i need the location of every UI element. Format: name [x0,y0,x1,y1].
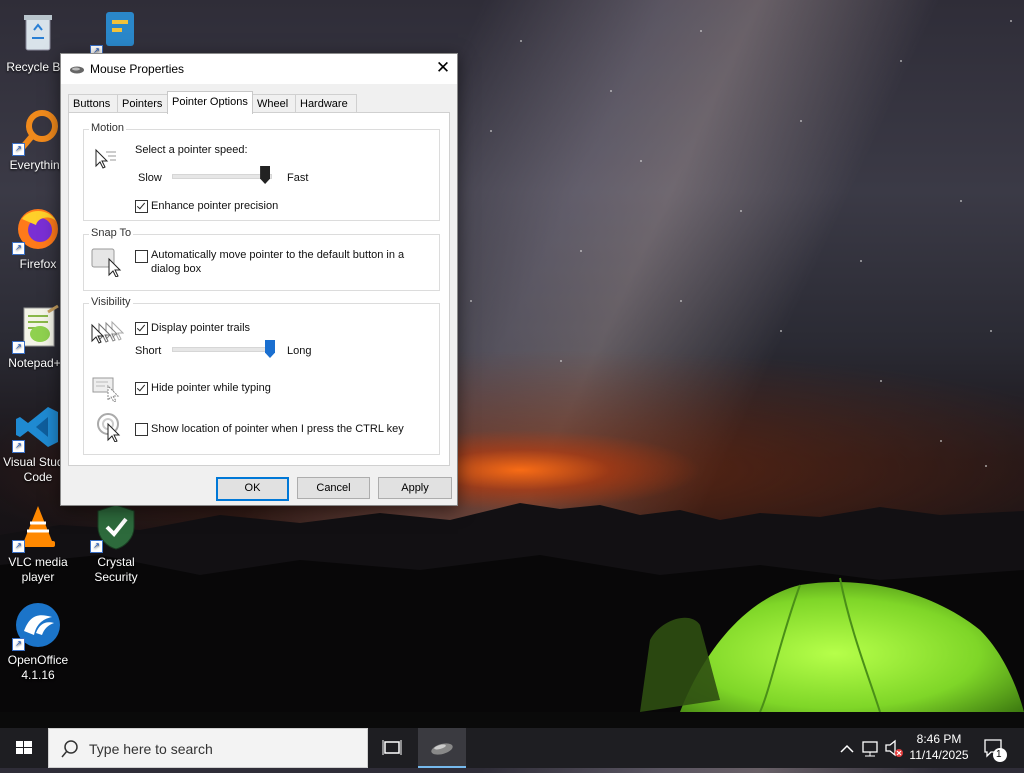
snap-to-group: Snap To Automatically move pointer to th… [83,227,440,291]
cancel-button[interactable]: Cancel [297,477,370,499]
desktop-icon-label: Firefox [19,257,57,271]
notification-center-button[interactable]: 1 [980,728,1014,768]
pointer-speed-label: Select a pointer speed: [135,144,248,156]
pointer-trails-checkbox[interactable] [135,322,148,335]
taskbar-search-box[interactable]: Type here to search [48,728,368,768]
ok-button[interactable]: OK [216,477,289,501]
notification-count-badge: 1 [996,749,1002,760]
snap-to-label-line2: dialog box [151,263,202,275]
task-view-icon [382,740,402,755]
motion-group: Motion Select a pointer speed: Slow Fast… [83,122,440,221]
clock-date: 11/14/2025 [909,748,969,762]
volume-muted-icon[interactable] [883,728,905,768]
windows-logo-icon [16,741,32,754]
apply-button[interactable]: Apply [378,477,452,499]
tab-wheel[interactable]: Wheel [252,94,296,113]
pointer-options-panel: Motion Select a pointer speed: Slow Fast… [68,112,450,466]
trail-length-slider-thumb[interactable] [265,340,275,358]
shortcut-arrow-icon: ↗ [12,540,25,553]
snap-to-label-line1: Automatically move pointer to the defaul… [151,249,405,261]
long-label: Long [287,345,312,357]
taskbar-clock[interactable]: 8:46 PM 11/14/2025 [905,731,973,763]
dialog-titlebar[interactable]: Mouse Properties ✕ [61,54,457,84]
task-view-button[interactable] [372,728,412,768]
pointer-trails-label: Display pointer trails [151,322,251,334]
show-location-label: Show location of pointer when I press th… [151,423,404,435]
everything-search-icon: ↗ [12,106,62,156]
pointer-speed-slider-track[interactable] [172,174,272,179]
hide-while-typing-label: Hide pointer while typing [151,382,271,394]
fast-label: Fast [287,172,309,184]
group-label: Motion [89,122,127,134]
desktop-icon-label: Everything [9,158,67,172]
shortcut-arrow-icon: ↗ [12,440,25,453]
shortcut-arrow-icon: ↗ [12,242,25,255]
enhance-precision-label: Enhance pointer precision [151,200,279,212]
openoffice-icon: ↗ [12,601,62,651]
pointer-speed-icon [92,148,118,173]
snap-to-checkbox[interactable] [135,250,148,263]
pointer-speed-slider-thumb[interactable] [260,166,271,184]
search-placeholder: Type here to search [89,741,213,757]
notifications-icon [984,739,1007,762]
desktop-icon-crystal-security[interactable]: ↗ Crystal Security [78,503,154,585]
notepad-plus-plus-icon: ↗ [12,304,62,354]
visibility-group: Visibility Display pointer trails Short … [83,296,440,455]
search-icon [61,740,78,758]
desktop-icon-label: OpenOffice 4.1.16 [7,653,69,682]
start-button[interactable] [0,728,48,768]
crystal-security-icon: ↗ [90,503,140,553]
trail-length-slider-track[interactable] [172,347,272,352]
app-shortcut-icon: ↗ [90,8,140,58]
slow-label: Slow [138,172,162,184]
hide-while-typing-icon [92,376,122,405]
show-location-icon [96,412,126,445]
show-location-checkbox[interactable] [135,423,148,436]
tray-chevron-icon[interactable] [838,728,856,768]
vscode-icon: ↗ [12,403,62,453]
network-icon[interactable] [860,728,882,768]
tab-pointers[interactable]: Pointers [117,94,169,113]
firefox-icon: ↗ [12,205,62,255]
clock-time: 8:46 PM [916,732,962,746]
desktop-icon-label: Crystal Security [94,555,138,584]
snap-to-button-icon [91,247,123,280]
desktop-icon-openoffice[interactable]: ↗ OpenOffice 4.1.16 [0,601,76,683]
mouse-icon [70,65,84,77]
taskbar: Type here to search 8:46 PM 11/14/2025 1 [0,728,1024,768]
taskbar-mouse-properties[interactable] [418,728,466,768]
tab-pointer-options[interactable]: Pointer Options [167,91,253,114]
desktop-icon-vlc[interactable]: ↗ VLC media player [0,503,76,585]
desktop-icon-label: VLC media player [8,555,68,584]
group-label: Snap To [89,227,134,239]
close-icon[interactable]: ✕ [429,54,457,84]
desktop-icon-label: Notepad++ [8,356,68,370]
shortcut-arrow-icon: ↗ [12,341,25,354]
mouse-properties-dialog[interactable]: Mouse Properties ✕ Buttons Pointers Poin… [60,53,458,506]
group-label: Visibility [89,296,133,308]
hide-while-typing-checkbox[interactable] [135,382,148,395]
short-label: Short [135,345,162,357]
recycle-bin-icon [14,8,62,56]
shortcut-arrow-icon: ↗ [12,143,25,156]
enhance-precision-checkbox[interactable] [135,200,148,213]
tab-buttons[interactable]: Buttons [68,94,118,113]
mouse-icon [431,743,453,755]
shortcut-arrow-icon: ↗ [90,540,103,553]
tab-hardware[interactable]: Hardware [295,94,357,113]
pointer-trails-icon [90,320,125,349]
vlc-icon: ↗ [12,503,62,553]
shortcut-arrow-icon: ↗ [12,638,25,651]
dialog-title: Mouse Properties [90,62,185,76]
